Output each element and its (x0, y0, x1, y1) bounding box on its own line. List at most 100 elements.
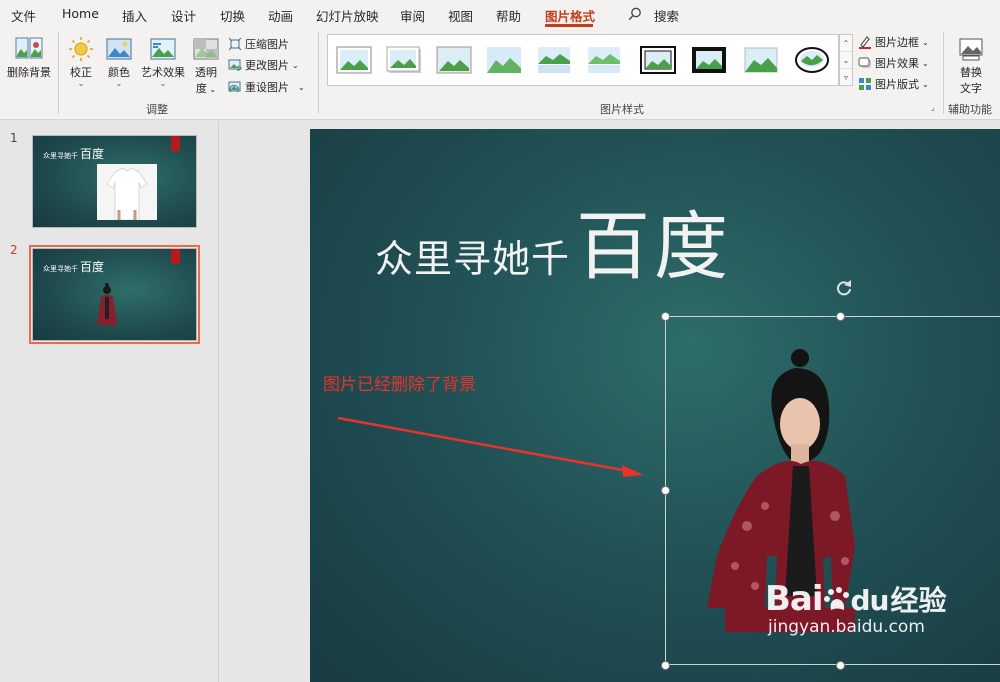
thumb-photo-tshirt (97, 164, 157, 220)
resize-handle-top[interactable] (836, 312, 845, 321)
alt-text-button[interactable]: 替换 文字 (953, 36, 989, 96)
tab-slideshow[interactable]: 幻灯片放映 (316, 6, 379, 25)
gallery-expand[interactable]: ▿ (840, 69, 852, 86)
separator (943, 32, 944, 114)
corrections-button[interactable]: 校正 ⌄ (66, 36, 96, 88)
tab-transitions[interactable]: 切换 (220, 6, 245, 25)
slide-thumbnail-2[interactable]: 众里寻她千 百度 (32, 248, 197, 341)
tab-review[interactable]: 审阅 (400, 6, 425, 25)
alt-text-label-line2: 文字 (960, 82, 982, 95)
tab-design[interactable]: 设计 (171, 6, 196, 25)
alt-text-icon (959, 38, 983, 61)
transparency-icon (193, 38, 219, 60)
slide-number-2: 2 (10, 243, 18, 257)
artistic-effects-label: 艺术效果 (141, 66, 185, 79)
watermark-logo-a: Bai (765, 579, 824, 619)
reset-picture-label: 重设图片 (245, 81, 289, 94)
group-label-accessibility: 辅助功能 (948, 103, 992, 116)
picture-layout-icon (859, 78, 871, 90)
resize-handle-top-left[interactable] (661, 312, 670, 321)
picture-effects-label: 图片效果 (875, 57, 919, 70)
remove-background-icon (15, 37, 43, 59)
compress-pictures-button[interactable]: 压缩图片 (228, 36, 289, 52)
change-picture-label: 更改图片 (245, 59, 289, 72)
picture-border-label: 图片边框 (875, 36, 919, 49)
search-icon[interactable] (628, 7, 642, 21)
tab-view[interactable]: 视图 (448, 6, 473, 25)
tab-picture-format[interactable]: 图片格式 (545, 6, 595, 25)
thumb-title: 众里寻她千 百度 (43, 258, 104, 275)
picture-style-rounded-shadow[interactable] (743, 46, 779, 74)
search-box[interactable]: 搜索 (654, 6, 679, 25)
paw-icon (823, 587, 849, 610)
transparency-button[interactable]: 透明 度 ⌄ (191, 36, 221, 96)
picture-style-soft-edge[interactable] (486, 46, 522, 74)
artistic-effects-icon (150, 38, 176, 60)
picture-style-reflected-rounded[interactable] (586, 46, 622, 74)
chevron-down-icon: ⌄ (115, 79, 123, 88)
picture-effects-button[interactable]: 图片效果 ⌄ (858, 55, 929, 71)
remove-background-button[interactable]: 删除背景 (5, 36, 53, 80)
reset-picture-icon (228, 81, 241, 93)
picture-border-button[interactable]: 图片边框 ⌄ (858, 34, 929, 50)
thumb-red-bar (171, 249, 180, 264)
sun-icon (69, 37, 93, 61)
picture-layout-label: 图片版式 (875, 78, 919, 91)
active-tab-indicator (545, 24, 593, 27)
baidu-logo: Bai du (765, 579, 889, 619)
reset-picture-button[interactable]: 重设图片 ⌄ (228, 79, 305, 95)
resize-handle-bottom[interactable] (836, 661, 845, 670)
resize-handle-bottom-left[interactable] (661, 661, 670, 670)
compress-label: 压缩图片 (245, 38, 289, 51)
picture-style-metal-frame[interactable] (436, 46, 472, 74)
artistic-effects-button[interactable]: 艺术效果 ⌄ (139, 36, 187, 88)
picture-style-black-frame[interactable] (640, 46, 676, 74)
tab-file[interactable]: 文件 (11, 6, 36, 25)
color-button[interactable]: 颜色 ⌄ (104, 36, 134, 88)
gallery-scroll-up[interactable]: ⌃ (840, 35, 852, 52)
change-picture-button[interactable]: 更改图片 ⌄ (228, 57, 299, 73)
picture-layout-button[interactable]: 图片版式 ⌄ (858, 76, 929, 92)
baidu-jingyan-watermark: Bai du经验 jingyan.baidu.com (765, 579, 947, 637)
chevron-down-icon: ⌄ (159, 79, 167, 88)
transparency-label-line2: 度 (195, 82, 207, 95)
tab-home[interactable]: Home (62, 6, 99, 21)
thumb-title-small: 众里寻她千 (43, 265, 78, 273)
gallery-scroll-down[interactable]: ⌄ (840, 52, 852, 69)
group-label-picture-styles: 图片样式 (600, 103, 644, 116)
slide-number-1: 1 (10, 131, 18, 145)
corrections-label: 校正 (70, 66, 92, 79)
tab-insert[interactable]: 插入 (122, 6, 147, 25)
picture-style-simple-frame[interactable] (336, 46, 372, 74)
separator (318, 32, 319, 114)
ribbon: 删除背景 校正 ⌄ 颜色 ⌄ 艺术效果 ⌄ 透明 度 ⌄ 压缩图片 更改图片 ⌄… (0, 28, 1000, 120)
watermark-logo-b: du (850, 584, 890, 617)
picture-style-reflection[interactable] (536, 46, 572, 74)
separator (58, 32, 59, 114)
alt-text-label-line1: 替换 (960, 66, 982, 79)
dialog-launcher-icon[interactable]: ⌟ (931, 103, 935, 112)
transparency-label-line1: 透明 (195, 66, 217, 79)
watermark-url: jingyan.baidu.com (768, 617, 925, 637)
picture-style-thick-black-frame[interactable] (691, 46, 727, 74)
gallery-scroll: ⌃ ⌄ ▿ (839, 34, 853, 86)
color-label: 颜色 (108, 66, 130, 79)
slide-thumbnail-1[interactable]: 众里寻她千 百度 (32, 135, 197, 228)
slide-canvas[interactable]: 众里寻她千百度 图片已经删除了背景 Bai du经验 jingyan.baidu.… (310, 129, 1000, 682)
thumb-red-bar (171, 136, 180, 151)
thumb-title-big: 百度 (80, 147, 105, 161)
watermark-jingyan: 经验 (890, 584, 947, 617)
picture-styles-gallery (327, 34, 839, 86)
picture-style-oval[interactable] (794, 46, 830, 74)
tab-help[interactable]: 帮助 (496, 6, 521, 25)
picture-style-shadow[interactable] (386, 46, 422, 74)
rotate-handle-icon[interactable] (834, 277, 854, 297)
chevron-down-icon: ⌄ (77, 79, 85, 88)
change-picture-icon (228, 59, 242, 71)
effects-icon (858, 57, 871, 68)
resize-handle-left[interactable] (661, 486, 670, 495)
thumb-title: 众里寻她千 百度 (43, 145, 104, 162)
picture-color-icon (106, 38, 132, 60)
tab-animations[interactable]: 动画 (268, 6, 293, 25)
thumb-title-big: 百度 (80, 260, 105, 274)
